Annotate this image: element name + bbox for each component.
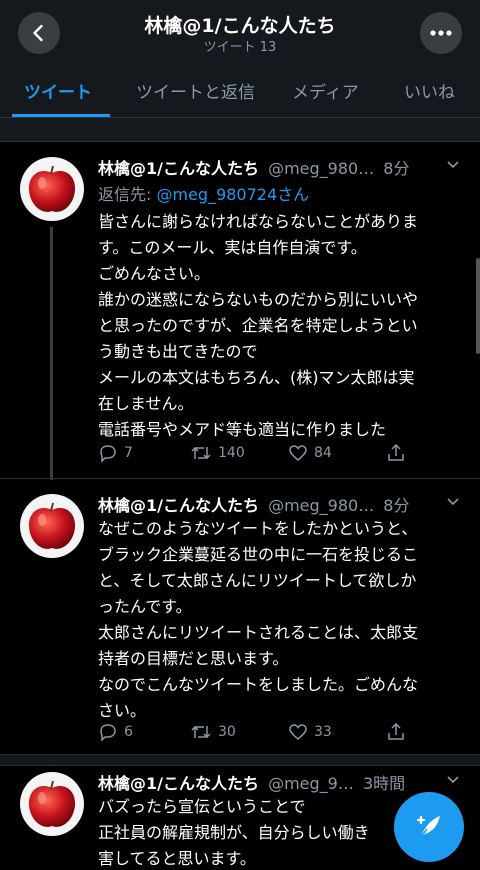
tweet-actions: 7 140 84 xyxy=(98,443,438,467)
tweet-line: メールの本文はもちろん、(株)マン太郎は実 xyxy=(98,368,415,387)
share-icon xyxy=(388,722,404,740)
heart-icon xyxy=(289,724,307,740)
like-count: 84 xyxy=(314,445,332,461)
tweet-text: 皆さんに謝らなければならないことがありま す。このメール、実は自作自演です。 ご… xyxy=(98,209,468,443)
tweet-line: 皆さんに謝らなければならないことがありま xyxy=(98,212,419,231)
tweet-line: と、そして太郎さんにリツイートして欲しか xyxy=(98,571,417,590)
retweet-button[interactable]: 140 xyxy=(190,443,245,463)
avatar[interactable] xyxy=(20,772,84,836)
chevron-down-icon[interactable] xyxy=(446,494,460,508)
tweet-line: と思ったのですが、企業名を特定しようとい xyxy=(98,316,418,335)
author-name[interactable]: 林檎@1/こんな人たち xyxy=(98,159,259,178)
reply-icon xyxy=(100,724,116,742)
apple-avatar-icon xyxy=(20,772,84,836)
heart-icon xyxy=(289,445,307,461)
timestamp: 3時間 xyxy=(362,774,406,793)
tab-media[interactable]: メディア xyxy=(292,78,359,103)
reply-count: 7 xyxy=(124,445,133,461)
like-count: 33 xyxy=(314,724,332,740)
tweet-line: う動きも出てきたので xyxy=(98,342,258,361)
tab-tweets-and-replies[interactable]: ツイートと返信 xyxy=(136,78,255,103)
tweet-line: 誰かの迷惑にならないものだから別にいいや xyxy=(98,290,419,309)
profile-tabs: ツイート ツイートと返信 メディア いいね xyxy=(0,62,480,118)
profile-header: 林檎@1/こんな人たち ツイート 13 xyxy=(0,0,480,62)
profile-name-title: 林檎@1/こんな人たち xyxy=(144,15,336,37)
apple-avatar-icon xyxy=(20,494,84,558)
timestamp: 8分 xyxy=(383,159,410,178)
tweet-line: ブラック企業蔓延る世の中に一石を投じるこ xyxy=(98,545,419,564)
tweet-divider xyxy=(0,478,480,479)
tab-likes[interactable]: いいね xyxy=(404,78,455,103)
tweet-count: ツイート 13 xyxy=(203,40,277,55)
avatar[interactable] xyxy=(20,494,84,558)
avatar[interactable] xyxy=(20,157,84,221)
author-handle: @meg_9… xyxy=(268,774,354,793)
reply-button[interactable]: 7 xyxy=(98,443,133,463)
tweet-actions: 6 30 33 xyxy=(98,722,438,746)
tweet-line: 太郎さんにリツイートされることは、太郎支 xyxy=(98,623,419,642)
more-icon xyxy=(430,30,452,36)
chevron-down-icon[interactable] xyxy=(446,772,460,786)
reply-button[interactable]: 6 xyxy=(98,722,133,742)
timestamp: 8分 xyxy=(383,496,410,515)
tweet-line: なぜこのようなツイートをしたかというと、 xyxy=(98,519,418,538)
thread-line xyxy=(50,227,53,480)
author-name[interactable]: 林檎@1/こんな人たち xyxy=(98,496,259,515)
reply-count: 6 xyxy=(124,724,133,740)
tweet-line: さい。 xyxy=(98,701,147,720)
apple-avatar-icon xyxy=(20,157,84,221)
active-tab-indicator xyxy=(12,114,110,117)
tweet-divider xyxy=(0,754,480,766)
reply-icon xyxy=(100,445,116,463)
tweet-line: 電話番号やメアド等も適当に作りました xyxy=(98,420,387,439)
like-button[interactable]: 84 xyxy=(288,443,332,463)
tweet[interactable]: 林檎@1/こんな人たち @meg_980… 8分 なぜこのようなツイートをしたか… xyxy=(0,492,480,754)
author-handle: @meg_980… xyxy=(268,159,375,178)
tweet-line: す。このメール、実は自作自演です。 xyxy=(98,238,367,257)
chevron-down-icon[interactable] xyxy=(446,157,460,171)
tweet-line: ごめんなさい。 xyxy=(98,264,211,283)
share-icon xyxy=(388,443,404,461)
tweet[interactable]: 林檎@1/こんな人たち @meg_980… 8分 返信先: @meg_98072… xyxy=(0,155,480,480)
tweet-line: 持者の目標だと思います。 xyxy=(98,649,289,668)
share-button[interactable] xyxy=(386,443,406,463)
retweet-button[interactable]: 30 xyxy=(190,722,236,742)
retweet-icon xyxy=(191,725,211,739)
share-button[interactable] xyxy=(386,722,406,742)
scrollbar[interactable] xyxy=(476,258,480,354)
tweet-line: 在しません。 xyxy=(98,394,194,413)
reply-prefix: 返信先: xyxy=(98,185,157,204)
retweet-icon xyxy=(191,446,211,460)
reply-context: 返信先: @meg_980724さん xyxy=(98,181,309,205)
tweet-line: ったんです。 xyxy=(98,597,192,616)
compose-tweet-icon xyxy=(416,815,440,838)
compose-tweet-button[interactable] xyxy=(394,792,464,862)
like-button[interactable]: 33 xyxy=(288,722,332,742)
mention-link[interactable]: @meg_980724さん xyxy=(156,185,309,204)
retweet-count: 140 xyxy=(218,445,245,461)
tweet-text: なぜこのようなツイートをしたかというと、 ブラック企業蔓延る世の中に一石を投じる… xyxy=(98,516,468,724)
retweet-count: 30 xyxy=(218,724,236,740)
author-name[interactable]: 林檎@1/こんな人たち xyxy=(98,774,259,793)
author-handle: @meg_980… xyxy=(268,496,375,515)
tab-tweets[interactable]: ツイート xyxy=(24,78,92,103)
tweet-line: なのでこんなツイートをしました。ごめんな xyxy=(98,675,419,694)
section-gap xyxy=(0,118,480,142)
more-button[interactable] xyxy=(420,12,462,54)
